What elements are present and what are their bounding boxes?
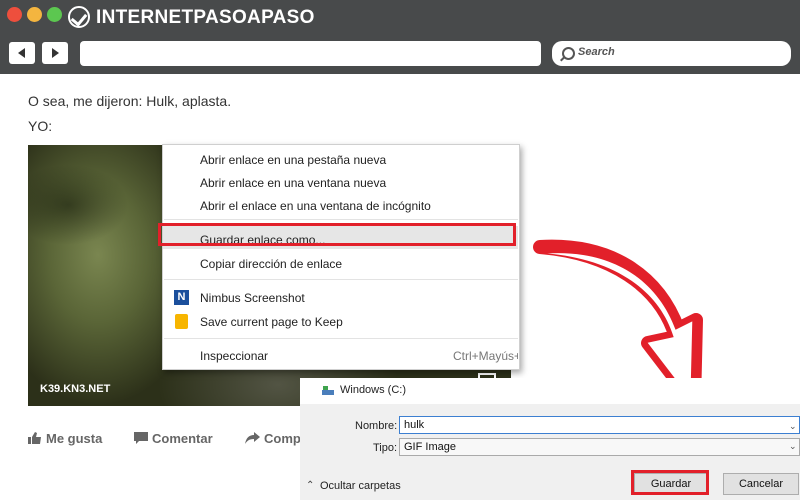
comment-button[interactable]: Comentar	[134, 431, 213, 446]
comment-icon	[134, 432, 148, 444]
brand-logo-text: INTERNETPASOAPASO	[96, 7, 315, 28]
back-button[interactable]	[9, 42, 35, 64]
menu-divider	[164, 279, 518, 280]
image-watermark: K39.KN3.NET	[40, 383, 111, 395]
highlight-box-save-button	[631, 470, 709, 495]
window-title-bar: INTERNETPASOAPASO	[0, 0, 800, 36]
like-button[interactable]: Me gusta	[28, 431, 102, 446]
minimize-window-button[interactable]	[27, 7, 42, 22]
filename-input[interactable]: hulk	[399, 416, 800, 434]
menu-item-copy-link[interactable]: Copiar dirección de enlace	[200, 257, 342, 271]
forward-button[interactable]	[42, 42, 68, 64]
keep-icon	[175, 314, 188, 329]
menu-divider	[164, 338, 518, 339]
dialog-location-label[interactable]: Windows (C:)	[340, 384, 406, 396]
menu-item-open-new-window[interactable]: Abrir enlace en una ventana nueva	[200, 176, 386, 190]
menu-divider	[164, 219, 518, 220]
menu-item-open-incognito[interactable]: Abrir el enlace en una ventana de incógn…	[200, 199, 431, 213]
menu-item-nimbus-screenshot[interactable]: Nimbus Screenshot	[200, 291, 305, 305]
share-icon	[245, 432, 260, 444]
menu-item-save-to-keep[interactable]: Save current page to Keep	[200, 315, 343, 329]
drive-icon	[322, 386, 334, 395]
filename-dropdown-icon[interactable]: ⌄	[789, 421, 797, 432]
filetype-select[interactable]: GIF Image	[399, 438, 800, 456]
maximize-window-button[interactable]	[47, 7, 62, 22]
highlight-box-save-link	[158, 223, 516, 246]
menu-item-open-new-tab[interactable]: Abrir enlace en una pestaña nueva	[200, 153, 386, 167]
dialog-file-area	[407, 378, 799, 404]
filetype-label: Tipo:	[373, 442, 398, 454]
share-button[interactable]: Comp	[245, 431, 301, 446]
search-input[interactable]: Search	[552, 41, 791, 66]
save-file-dialog: Windows (C:) Nombre: hulk ⌄ Tipo: GIF Im…	[300, 378, 800, 500]
back-arrow-icon	[18, 48, 25, 58]
brand-logo-icon	[68, 6, 90, 28]
chevron-up-icon[interactable]: ⌃	[306, 480, 314, 491]
post-text-line2: YO:	[28, 118, 53, 134]
filetype-dropdown-icon[interactable]: ⌄	[789, 441, 797, 452]
menu-item-inspect[interactable]: Inspeccionar	[200, 349, 268, 363]
post-text-line1: O sea, me dijeron: Hulk, aplasta.	[28, 93, 232, 109]
forward-arrow-icon	[52, 48, 59, 58]
nimbus-icon: N	[174, 290, 189, 305]
context-menu: Abrir enlace en una pestaña nueva Abrir …	[162, 144, 520, 370]
close-window-button[interactable]	[7, 7, 22, 22]
hide-folders-toggle[interactable]: Ocultar carpetas	[320, 480, 401, 492]
browser-toolbar: Search	[0, 36, 800, 74]
cancel-button[interactable]: Cancelar	[723, 473, 799, 495]
dialog-location-bar: Windows (C:)	[300, 378, 800, 404]
search-icon	[562, 47, 575, 60]
search-placeholder: Search	[578, 46, 615, 58]
address-bar[interactable]	[80, 41, 541, 66]
thumbs-up-icon	[28, 432, 41, 444]
filename-label: Nombre:	[355, 420, 398, 432]
